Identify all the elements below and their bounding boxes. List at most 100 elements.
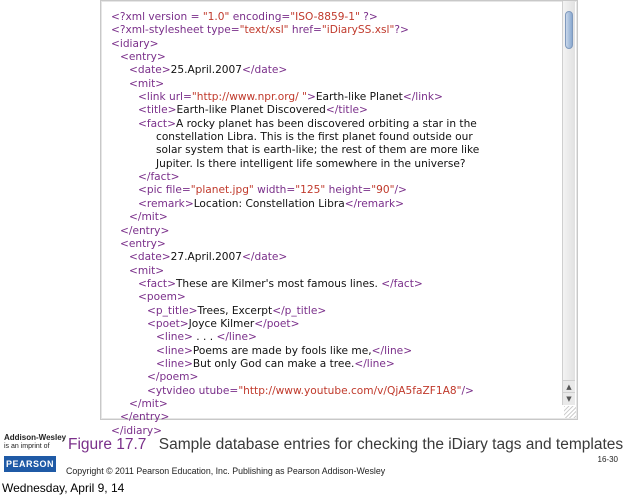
code-token-tag: <date>	[129, 251, 171, 264]
code-line: <poet>Joyce Kilmer</poet>	[111, 318, 557, 331]
code-token-tag: </link>	[402, 91, 443, 104]
code-token-tag: height=	[325, 184, 372, 197]
code-token-tag: <fact>	[138, 277, 176, 290]
code-line: <?xml version = "1.0" encoding="ISO-8859…	[111, 11, 557, 24]
code-token-txt: Earth-like Planet Discovered	[176, 104, 326, 117]
code-token-tag: </title>	[325, 104, 368, 117]
code-line: <date>25.April.2007</date>	[111, 64, 557, 77]
code-token-txt: But only God can make a tree.	[192, 357, 355, 370]
slide-number: 16-30	[597, 455, 618, 464]
code-line: </entry>	[111, 225, 557, 238]
code-line: <idiary>	[111, 38, 557, 51]
code-line: <mit>	[111, 78, 557, 91]
xml-code-listing: <?xml version = "1.0" encoding="ISO-8859…	[111, 11, 557, 437]
code-line: </poem>	[111, 371, 557, 384]
code-token-tag: >	[306, 91, 316, 104]
code-token-tag: ?>	[394, 24, 409, 37]
code-token-tag: <fact>	[138, 117, 176, 130]
code-token-tag: <mit>	[129, 264, 165, 277]
vertical-scrollbar[interactable]	[562, 1, 575, 405]
code-token-txt: Trees, Excerpt	[197, 304, 273, 317]
code-token-tag: href=	[288, 24, 322, 37]
code-line: <link url="http://www.npr.org/ ">Earth-l…	[111, 91, 557, 104]
code-token-tag: </line>	[354, 357, 395, 370]
code-token-txt: constellation Libra. This is the first p…	[156, 131, 473, 144]
scrollbar-thumb[interactable]	[565, 11, 573, 49]
code-token-val: "90"	[371, 184, 395, 197]
code-token-tag: <entry>	[120, 237, 166, 250]
code-token-tag: <line>	[156, 331, 193, 344]
code-line: Jupiter. Is there intelligent life somew…	[111, 158, 557, 171]
code-token-tag: <ytvideo utube=	[147, 384, 239, 397]
code-token-txt: A rocky planet has been discovered orbit…	[175, 117, 477, 130]
code-token-tag: </poem>	[147, 371, 199, 384]
code-token-tag: </entry>	[120, 224, 170, 237]
code-token-val: "1.0"	[202, 11, 230, 23]
code-token-tag: <line>	[156, 344, 193, 357]
code-token-tag: <poet>	[147, 317, 189, 330]
code-token-val: "http://www.npr.org/ "	[191, 91, 307, 104]
code-line: <?xml-stylesheet type="text/xsl" href="i…	[111, 24, 557, 37]
date-stamp: Wednesday, April 9, 14	[2, 481, 125, 495]
figure-number: Figure 17.7	[68, 436, 147, 453]
code-token-txt: . . .	[192, 331, 217, 344]
slide: <?xml version = "1.0" encoding="ISO-8859…	[0, 0, 638, 497]
code-token-tag: </line>	[371, 344, 413, 357]
code-token-tag: </p_title>	[272, 304, 327, 317]
code-line: solar system that is earth-like; the res…	[111, 144, 557, 157]
code-token-val: "ISO-8859-1"	[290, 11, 360, 23]
code-token-tag: <poem>	[138, 291, 186, 304]
code-token-txt: Jupiter. Is there intelligent life somew…	[156, 157, 466, 170]
code-line: </entry>	[111, 411, 557, 424]
code-token-val: "planet.jpg"	[190, 184, 254, 197]
code-token-tag: <title>	[138, 104, 177, 117]
code-line: <p_title>Trees, Excerpt</p_title>	[111, 305, 557, 318]
code-line: <title>Earth-like Planet Discovered</tit…	[111, 104, 557, 117]
code-token-tag: encoding=	[229, 11, 291, 23]
imprint-text: is an imprint of	[4, 443, 50, 450]
code-token-tag: </line>	[216, 331, 257, 344]
code-token-tag: </remark>	[344, 197, 404, 210]
code-token-txt: These are Kilmer's most famous lines.	[175, 277, 382, 290]
code-token-tag: </mit>	[129, 397, 168, 410]
code-token-tag: width=	[253, 184, 296, 197]
code-line: <line> . . . </line>	[111, 331, 557, 344]
code-line: <pic file="planet.jpg" width="125" heigh…	[111, 184, 557, 197]
code-token-val: "iDiarySS.xsl"	[321, 24, 395, 37]
xml-code-window: <?xml version = "1.0" encoding="ISO-8859…	[100, 0, 578, 437]
code-line: <line>Poems are made by fools like me,</…	[111, 345, 557, 358]
addison-wesley-logo: Addison-Wesley is an imprint of	[4, 433, 66, 451]
code-token-tag: </fact>	[138, 171, 180, 184]
scroll-down-arrow-icon[interactable]: ▼	[562, 392, 575, 405]
pearson-logo: PEARSON	[4, 456, 56, 472]
code-line: <mit>	[111, 265, 557, 278]
code-token-tag: <?xml version =	[111, 11, 203, 23]
code-line: constellation Libra. This is the first p…	[111, 131, 557, 144]
code-token-tag: </entry>	[120, 411, 170, 424]
figure-caption: Figure 17.7 Sample database entries for …	[68, 436, 623, 454]
code-token-tag: />	[394, 184, 407, 197]
code-line: <entry>	[111, 238, 557, 251]
code-line: <date>27.April.2007</date>	[111, 251, 557, 264]
code-token-val: "125"	[295, 184, 326, 197]
code-token-tag: </fact>	[381, 277, 423, 290]
code-token-tag: </mit>	[129, 211, 168, 224]
code-token-tag: <idiary>	[111, 37, 159, 50]
resize-grip-icon[interactable]	[564, 406, 576, 418]
code-line: <ytvideo utube="http://www.youtube.com/v…	[111, 385, 557, 398]
copyright-notice: Copyright © 2011 Pearson Education, Inc.…	[66, 466, 386, 476]
code-token-val: "http://www.youtube.com/v/QjA5faZF1A8"	[238, 384, 462, 397]
code-line: <fact>A rocky planet has been discovered…	[111, 118, 557, 131]
code-token-tag: </poet>	[254, 317, 300, 330]
code-line: <entry>	[111, 51, 557, 64]
code-line: <fact>These are Kilmer's most famous lin…	[111, 278, 557, 291]
code-token-tag: </idiary>	[111, 424, 163, 437]
figure-caption-text: Sample database entries for checking the…	[158, 436, 624, 453]
code-token-tag: <pic file=	[138, 184, 191, 197]
code-line: <remark>Location: Constellation Libra</r…	[111, 198, 557, 211]
code-token-tag: </date>	[242, 251, 288, 264]
code-token-txt: Earth-like Planet	[315, 91, 403, 104]
code-token-tag: <date>	[129, 64, 171, 77]
code-token-tag: />	[461, 384, 474, 397]
code-token-txt: 25.April.2007	[170, 64, 243, 77]
